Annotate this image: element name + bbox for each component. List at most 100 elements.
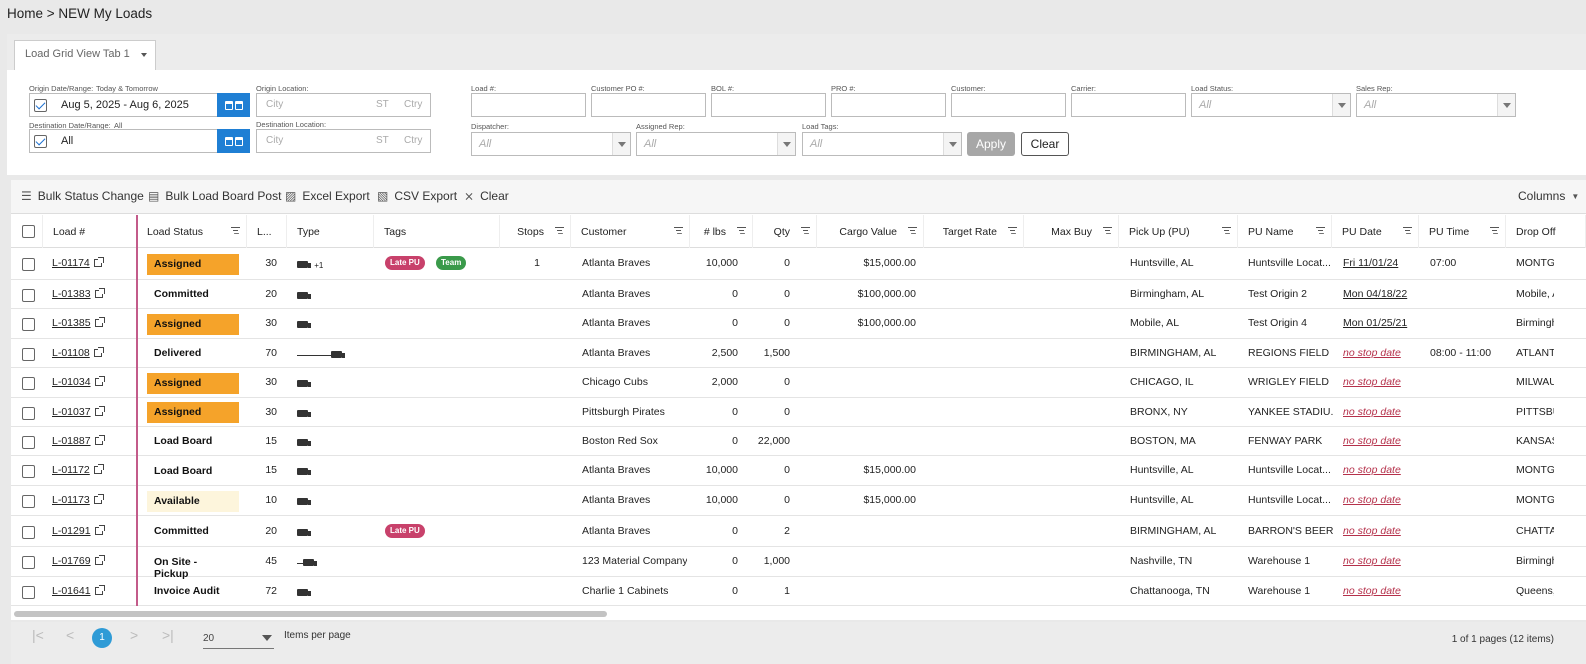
load-number[interactable]: L-01641 — [52, 585, 91, 597]
load-number[interactable]: L-01769 — [52, 555, 91, 567]
load-number-input[interactable] — [471, 93, 586, 117]
column-header-qty[interactable]: Qty — [753, 215, 817, 248]
external-link-icon[interactable] — [93, 346, 104, 357]
chevron-down-icon[interactable] — [612, 133, 630, 155]
origin-city-field[interactable]: City — [266, 99, 283, 110]
row-checkbox[interactable] — [22, 585, 35, 599]
dest-country-field[interactable]: Ctry — [404, 135, 422, 146]
next-page-icon[interactable]: > — [130, 627, 138, 643]
filter-icon[interactable] — [737, 227, 746, 236]
pu-date-value[interactable]: Fri 11/01/24 — [1343, 257, 1417, 269]
row-checkbox[interactable] — [22, 525, 35, 539]
load-number[interactable]: L-01385 — [52, 317, 91, 329]
filter-icon[interactable] — [674, 227, 683, 236]
load-number[interactable]: L-01172 — [52, 464, 90, 476]
dest-date-checkbox[interactable] — [34, 135, 47, 148]
column-header-lbs[interactable]: # lbs — [690, 215, 753, 248]
dispatcher-select[interactable]: All — [471, 132, 631, 156]
sales-rep-select[interactable]: All — [1356, 93, 1516, 117]
column-header-pick-up-pu[interactable]: Pick Up (PU) — [1119, 215, 1238, 248]
horizontal-scrollbar[interactable] — [14, 611, 607, 617]
pu-date-value[interactable]: no stop date — [1343, 585, 1417, 597]
external-link-icon[interactable] — [93, 464, 104, 474]
load-link[interactable]: L-01291 — [52, 524, 105, 537]
bol-input[interactable] — [711, 93, 826, 117]
filter-icon[interactable] — [1008, 227, 1017, 236]
row-checkbox[interactable] — [22, 318, 35, 331]
tab-load-grid-view[interactable]: Load Grid View Tab 1 — [14, 40, 156, 70]
external-link-icon[interactable] — [94, 376, 105, 386]
apply-button[interactable]: Apply — [967, 132, 1015, 156]
external-link-icon[interactable] — [94, 584, 105, 595]
pu-date-value[interactable]: no stop date — [1343, 347, 1417, 359]
calendar-icon[interactable] — [217, 93, 250, 117]
dest-date-input[interactable]: All — [29, 129, 218, 153]
clear-grid-button[interactable]: ⨯ Clear — [464, 189, 509, 203]
column-header-drop-off[interactable]: Drop Off — [1506, 215, 1586, 248]
pu-date-value[interactable]: no stop date — [1343, 464, 1417, 476]
load-link[interactable]: L-01641 — [52, 584, 105, 597]
filter-icon[interactable] — [1490, 227, 1499, 236]
prev-page-icon[interactable]: < — [66, 627, 74, 643]
filter-icon[interactable] — [801, 227, 810, 236]
dest-state-field[interactable]: ST — [376, 135, 389, 146]
column-header-target-rate[interactable]: Target Rate — [924, 215, 1024, 248]
filter-icon[interactable] — [1103, 227, 1112, 236]
filter-icon[interactable] — [1222, 227, 1231, 236]
chevron-down-icon[interactable] — [141, 53, 147, 57]
column-header-load[interactable]: Load # — [43, 215, 137, 248]
checkbox[interactable] — [22, 225, 35, 238]
external-link-icon[interactable] — [94, 287, 105, 298]
clear-filters-button[interactable]: Clear — [1021, 132, 1069, 156]
pu-date-value[interactable]: Mon 04/18/22 — [1343, 288, 1417, 300]
pro-input[interactable] — [831, 93, 946, 117]
carrier-input[interactable] — [1071, 93, 1186, 117]
items-per-page-select[interactable]: 20 — [203, 628, 274, 649]
load-number[interactable]: L-01383 — [52, 288, 91, 300]
customer-po-input[interactable] — [591, 93, 706, 117]
load-link[interactable]: L-01887 — [52, 434, 105, 447]
origin-date-input[interactable]: Aug 5, 2025 - Aug 6, 2025 — [29, 93, 218, 117]
load-number[interactable]: L-01108 — [52, 347, 90, 359]
origin-date-checkbox[interactable] — [34, 99, 47, 112]
load-link[interactable]: L-01174 — [52, 257, 104, 269]
chevron-down-icon[interactable] — [777, 133, 795, 155]
pu-date-value[interactable]: no stop date — [1343, 555, 1417, 567]
chevron-down-icon[interactable] — [943, 133, 961, 155]
load-link[interactable]: L-01769 — [52, 555, 105, 567]
pu-date-value[interactable]: no stop date — [1343, 406, 1417, 418]
pu-date-value[interactable]: no stop date — [1343, 494, 1417, 506]
load-link[interactable]: L-01385 — [52, 317, 105, 329]
column-header-tags[interactable]: Tags — [374, 215, 500, 248]
column-header-customer[interactable]: Customer — [571, 215, 690, 248]
column-header-pu-time[interactable]: PU Time — [1419, 215, 1506, 248]
row-checkbox[interactable] — [22, 435, 35, 449]
load-number[interactable]: L-01887 — [52, 435, 91, 447]
assigned-rep-select[interactable]: All — [636, 132, 796, 156]
load-link[interactable]: L-01173 — [52, 494, 104, 506]
filter-icon[interactable] — [1316, 227, 1325, 236]
load-number[interactable]: L-01037 — [52, 406, 91, 418]
row-checkbox[interactable] — [22, 556, 35, 569]
chevron-down-icon[interactable] — [1497, 94, 1515, 116]
pu-date-value[interactable]: no stop date — [1343, 525, 1417, 537]
current-page-button[interactable]: 1 — [92, 628, 112, 648]
load-link[interactable]: L-01383 — [52, 287, 105, 300]
pu-date-value[interactable]: no stop date — [1343, 435, 1417, 447]
external-link-icon[interactable] — [94, 434, 105, 445]
column-header-max-buy[interactable]: Max Buy — [1024, 215, 1119, 248]
filter-icon[interactable] — [555, 227, 564, 236]
dest-city-field[interactable]: City — [266, 135, 283, 146]
bulk-load-board-post-button[interactable]: ▤ Bulk Load Board Post — [148, 189, 281, 203]
load-link[interactable]: L-01108 — [52, 346, 104, 359]
filter-icon[interactable] — [908, 227, 917, 236]
load-link[interactable]: L-01037 — [52, 405, 105, 418]
calendar-icon[interactable] — [217, 129, 250, 153]
load-number[interactable]: L-01174 — [52, 257, 90, 269]
filter-icon[interactable] — [231, 227, 240, 236]
origin-country-field[interactable]: Ctry — [404, 99, 422, 110]
external-link-icon[interactable] — [94, 317, 105, 327]
external-link-icon[interactable] — [94, 405, 105, 416]
row-checkbox[interactable] — [22, 465, 35, 478]
external-link-icon[interactable] — [94, 524, 105, 535]
